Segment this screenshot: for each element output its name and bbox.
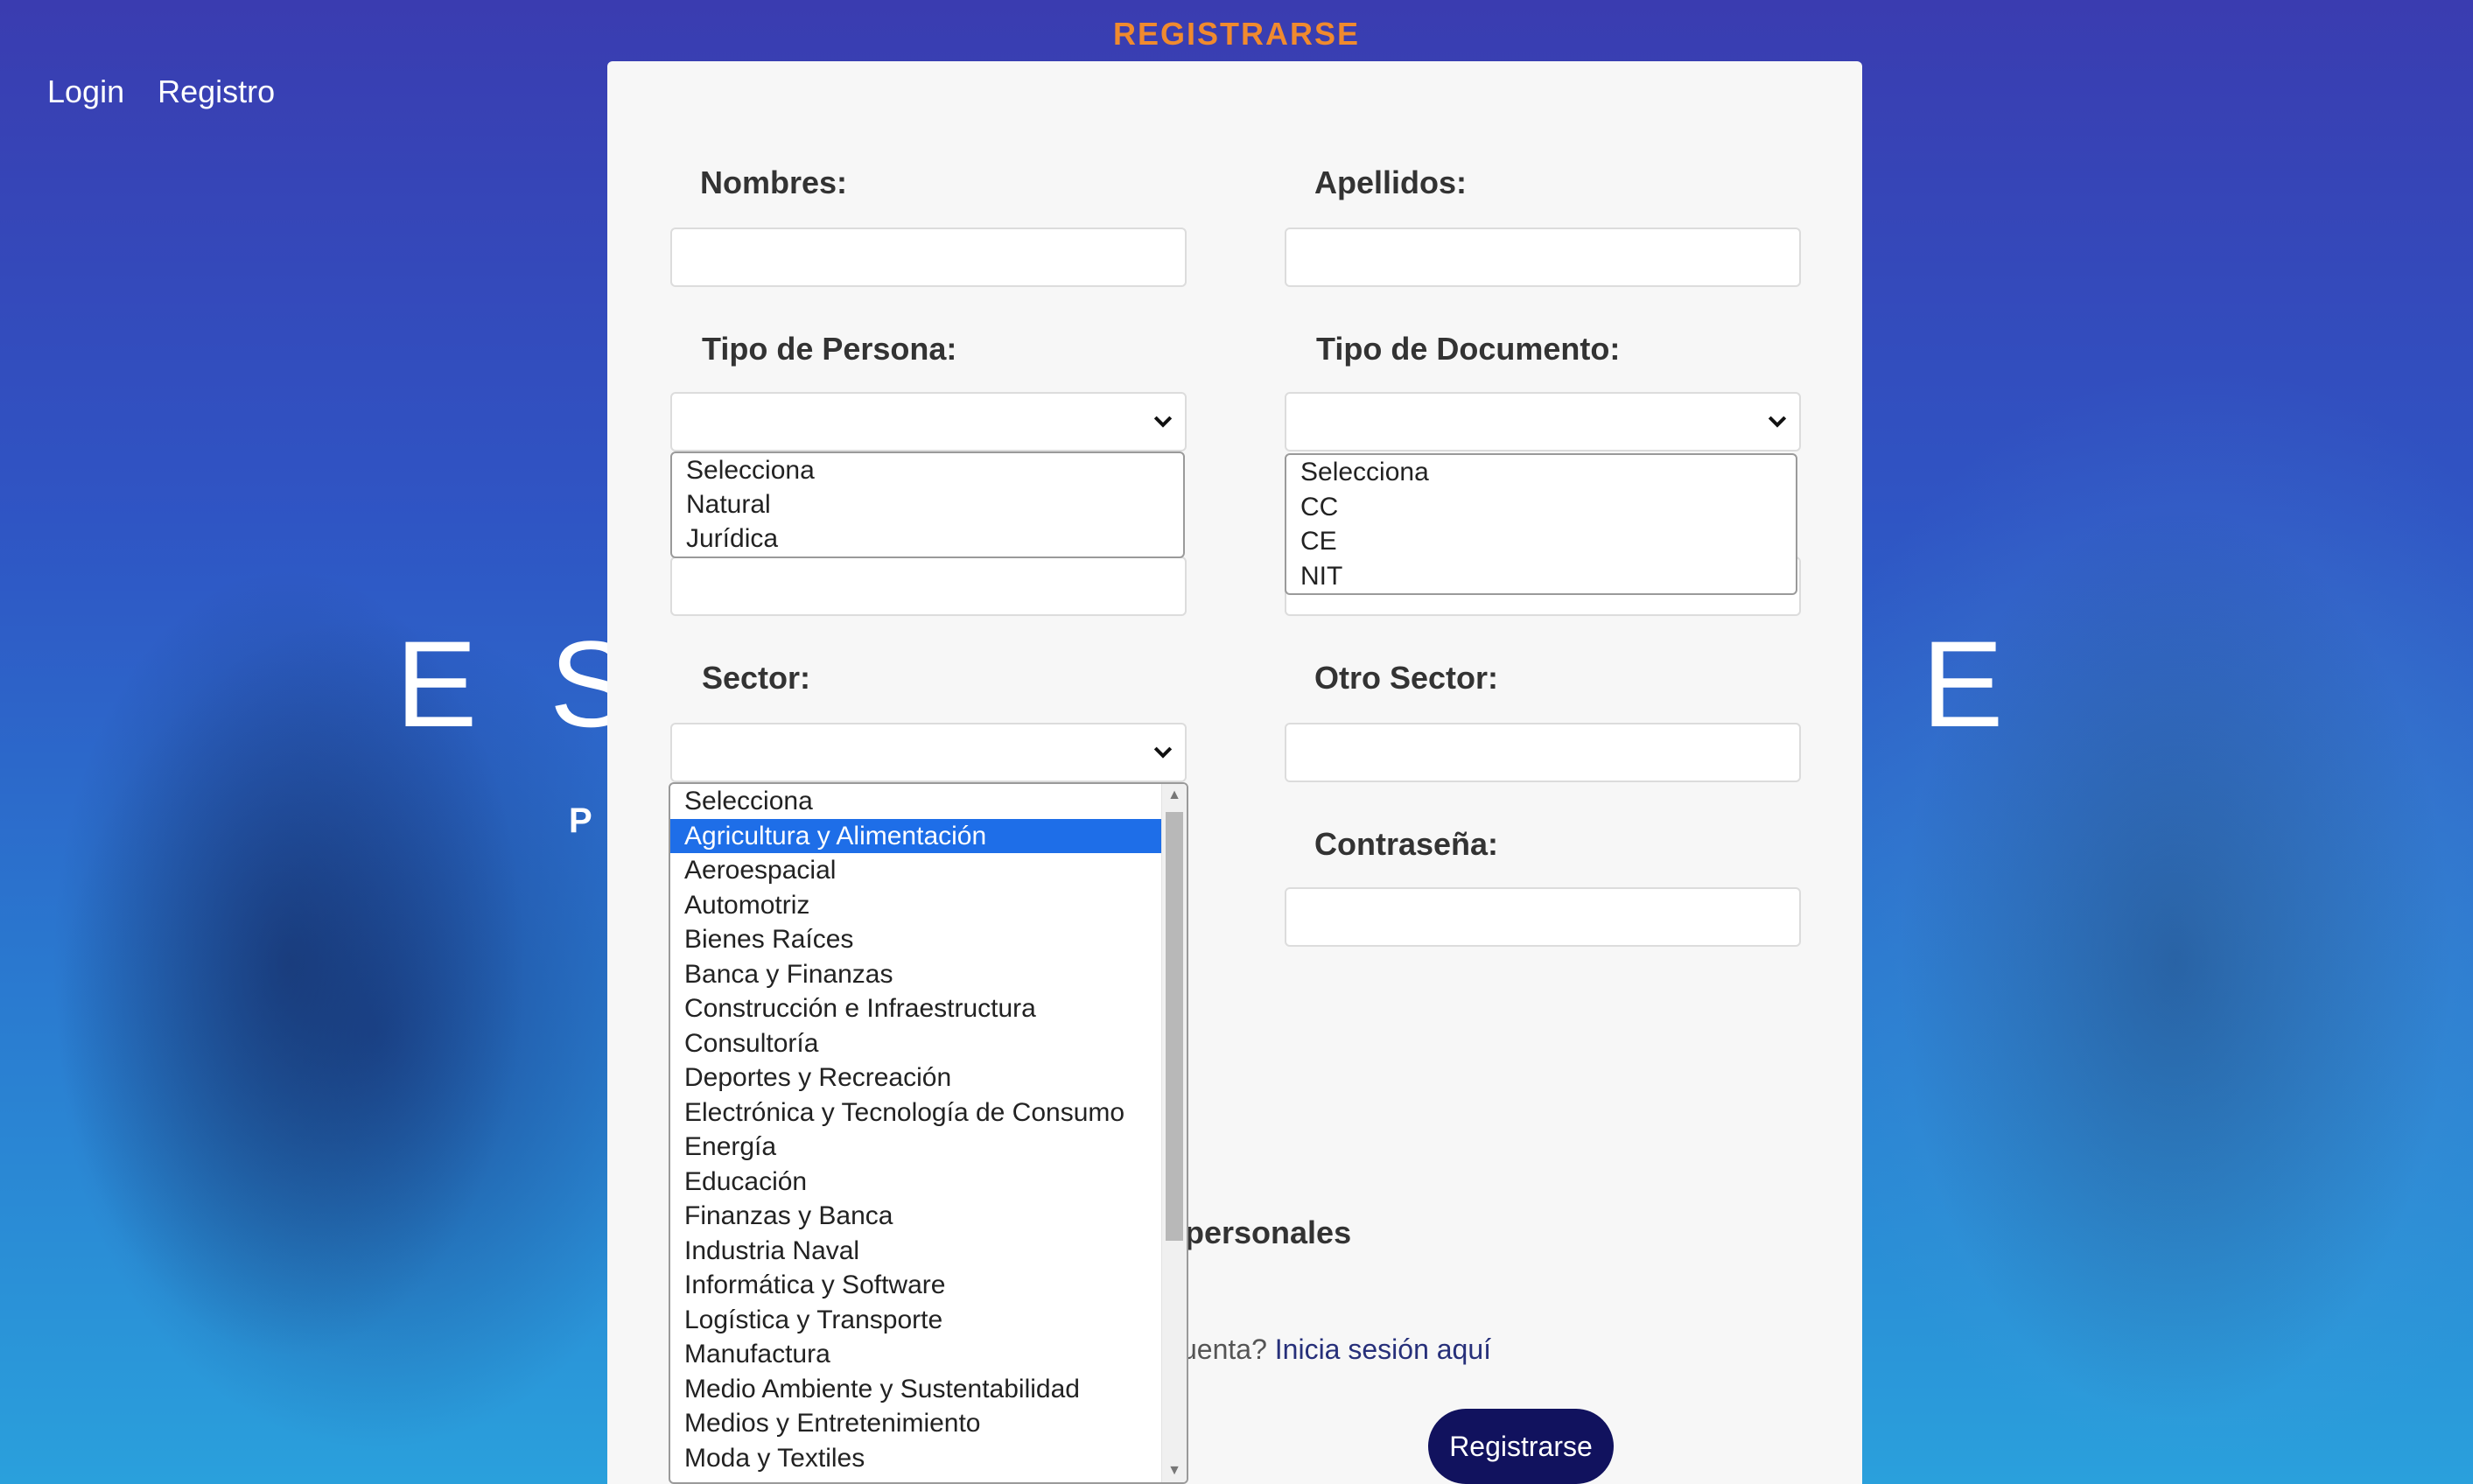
list-item[interactable]: Consultoría <box>670 1026 1162 1061</box>
page-title: REGISTRARSE <box>1112 16 1361 52</box>
list-item[interactable]: Energía <box>670 1130 1162 1165</box>
list-item[interactable]: CE <box>1286 524 1796 559</box>
background-person-left <box>0 420 630 1484</box>
list-item[interactable]: Informática y Software <box>670 1268 1162 1303</box>
list-item[interactable]: Selecciona <box>672 453 1183 487</box>
tipo-persona-hidden-field <box>670 556 1187 616</box>
list-item[interactable]: Construcción e Infraestructura <box>670 991 1162 1026</box>
login-prompt: uenta? Inicia sesión aquí <box>1181 1334 1491 1366</box>
apellidos-label: Apellidos: <box>1314 164 1468 200</box>
otro-sector-label: Otro Sector: <box>1314 660 1499 696</box>
list-item[interactable]: CC <box>1286 490 1796 525</box>
nombres-input[interactable] <box>670 228 1187 287</box>
contrasena-input[interactable] <box>1285 887 1801 947</box>
hero-letter-e: E <box>396 615 478 752</box>
sector-select[interactable] <box>670 723 1187 782</box>
list-item[interactable]: Jurídica <box>672 522 1183 556</box>
list-item[interactable]: Deportes y Recreación <box>670 1060 1162 1096</box>
nav-login-link[interactable]: Login <box>47 74 124 110</box>
chevron-down-icon <box>1153 746 1173 759</box>
login-link[interactable]: Inicia sesión aquí <box>1275 1334 1491 1365</box>
nav-registro-link[interactable]: Registro <box>158 74 275 110</box>
terms-label-fragment: personales <box>1185 1214 1352 1250</box>
list-item[interactable]: Manufactura <box>670 1337 1162 1372</box>
top-nav: Login Registro <box>47 74 275 110</box>
chevron-down-icon <box>1153 416 1173 428</box>
tipo-persona-label: Tipo de Persona: <box>702 331 957 367</box>
nombres-label: Nombres: <box>700 164 848 200</box>
tipo-documento-select[interactable] <box>1285 392 1801 452</box>
chevron-down-icon <box>1768 416 1787 428</box>
register-button[interactable]: Registrarse <box>1428 1409 1614 1484</box>
list-item[interactable]: Selecciona <box>1286 455 1796 490</box>
apellidos-input[interactable] <box>1285 228 1801 287</box>
list-item[interactable]: NIT <box>1286 559 1796 594</box>
list-item[interactable]: Logística y Transporte <box>670 1303 1162 1338</box>
list-item[interactable]: Finanzas y Banca <box>670 1199 1162 1234</box>
background-person-right <box>1808 262 2473 1484</box>
list-item[interactable]: Electrónica y Tecnología de Consumo <box>670 1096 1162 1130</box>
tipo-documento-dropdown-list[interactable]: Selecciona CC CE NIT <box>1285 453 1797 595</box>
contrasena-label: Contraseña: <box>1314 826 1499 862</box>
scroll-down-arrow-icon[interactable]: ▼ <box>1162 1460 1187 1482</box>
sector-list-scrollbar[interactable]: ▲ ▼ <box>1161 784 1187 1482</box>
list-item[interactable]: Industria Naval <box>670 1234 1162 1269</box>
list-item[interactable]: Automotriz <box>670 888 1162 923</box>
list-item[interactable]: Bienes Raíces <box>670 922 1162 957</box>
list-item[interactable]: Selecciona <box>670 784 1162 819</box>
sector-label: Sector: <box>702 660 811 696</box>
tipo-persona-select[interactable] <box>670 392 1187 452</box>
list-item-selected[interactable]: Agricultura y Alimentación <box>670 818 1162 853</box>
list-item[interactable]: Medio Ambiente y Sustentabilidad <box>670 1372 1162 1407</box>
list-item[interactable]: Moda y Textiles <box>670 1441 1162 1476</box>
list-item[interactable]: Aeroespacial <box>670 853 1162 888</box>
tipo-persona-dropdown-list[interactable]: Selecciona Natural Jurídica <box>670 452 1185 558</box>
tipo-documento-label: Tipo de Documento: <box>1316 331 1621 367</box>
list-item[interactable]: Banca y Finanzas <box>670 957 1162 992</box>
sector-dropdown-list[interactable]: Selecciona Agricultura y Alimentación Ae… <box>669 782 1188 1484</box>
hero-letter-e-right: E <box>1922 615 2004 752</box>
scrollbar-thumb[interactable] <box>1166 812 1183 1241</box>
otro-sector-input[interactable] <box>1285 723 1801 782</box>
hero-subtitle-fragment: P <box>569 802 592 840</box>
scroll-up-arrow-icon[interactable]: ▲ <box>1162 784 1187 807</box>
list-item[interactable]: Natural <box>672 487 1183 522</box>
login-prompt-text: uenta? <box>1181 1334 1267 1365</box>
list-item[interactable]: Medios y Entretenimiento <box>670 1406 1162 1441</box>
list-item[interactable]: Educación <box>670 1165 1162 1200</box>
